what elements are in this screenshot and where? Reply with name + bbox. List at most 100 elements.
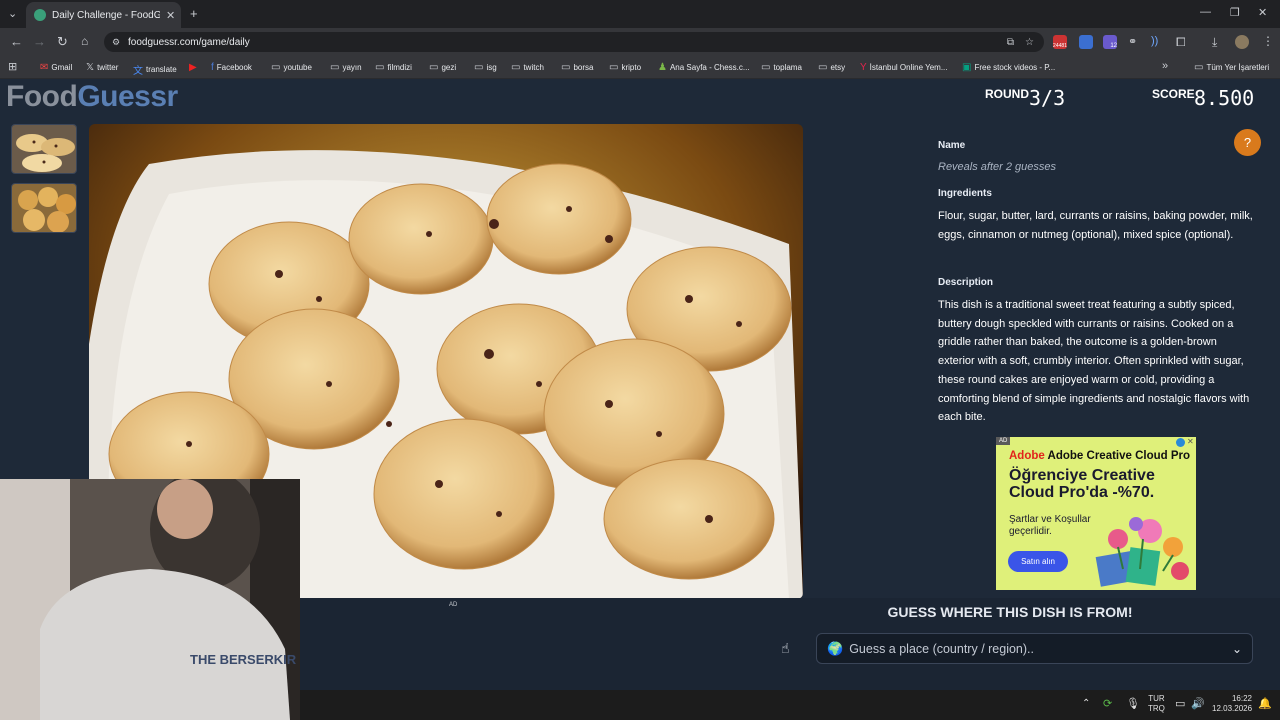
back-icon[interactable]: ← [10, 34, 23, 49]
round-value: 3/3 [1029, 86, 1066, 110]
forward-icon[interactable]: → [33, 34, 46, 49]
extension-badge-icon[interactable]: 24481 [1053, 35, 1067, 49]
folder-icon: ▭ [429, 62, 439, 73]
adobe-ad-banner[interactable]: Adobe Adobe Creative Cloud Pro Öğrenciye… [996, 437, 1196, 590]
score-value: 8.500 [1194, 86, 1255, 110]
translate-icon: 文 [133, 66, 143, 77]
profile-avatar[interactable] [1235, 35, 1249, 49]
bookmark-twitter[interactable]: 𝕏twitter [86, 62, 118, 73]
cursor-hand-icon: ☝ [781, 640, 790, 656]
folder-icon: ▭ [375, 62, 385, 73]
guess-place-dropdown[interactable]: 🌍 Guess a place (country / region).. ⌄ [816, 633, 1253, 664]
score-label: SCORE [1152, 87, 1195, 101]
tab-list-icon[interactable]: ⌄ [8, 7, 17, 20]
browser-tab[interactable]: Daily Challenge - FoodGuessr | ✕ [26, 2, 181, 28]
bookmark-folder-gezi[interactable]: ▭ gezi [429, 62, 456, 73]
webcam-overlay: THE BERSERKIR [0, 479, 300, 720]
download-icon[interactable]: ⤓ [1212, 35, 1217, 50]
ad-flowers-illustration [1095, 517, 1189, 587]
description-text: This dish is a traditional sweet treat f… [938, 299, 1250, 424]
ad-small-tag: AD [449, 602, 458, 608]
bookmark-folder-isg[interactable]: ▭ isg [474, 62, 497, 73]
youtube-icon: ▶ [189, 62, 197, 73]
thumbnail-cakes-image [12, 125, 76, 173]
name-heading: Name [938, 140, 966, 151]
x-icon: 𝕏 [86, 62, 95, 73]
extension-icon[interactable]: 12 [1103, 35, 1117, 49]
glasses-extension-icon[interactable]: ⚭ [1128, 35, 1137, 48]
translate-extension-icon[interactable] [1079, 35, 1093, 49]
help-icon[interactable]: ? [1234, 129, 1261, 156]
bookmark-translate[interactable]: 文 translate [133, 62, 177, 77]
audio-extension-icon[interactable]: )) [1151, 35, 1158, 47]
new-tab-icon[interactable]: + [190, 6, 198, 21]
extensions-puzzle-icon[interactable]: ⧠ [1176, 35, 1186, 50]
logo-food: Food [6, 80, 78, 113]
chevron-down-icon[interactable]: ⌄ [1232, 642, 1242, 656]
url-text: foodguessr.com/game/daily [128, 36, 250, 48]
ad-close-icon[interactable]: ✕ [1187, 437, 1194, 446]
folder-icon: ▭ [818, 62, 828, 73]
restore-icon[interactable]: ❐ [1230, 6, 1240, 19]
bookmark-facebook[interactable]: f Facebook [211, 62, 252, 73]
close-window-icon[interactable]: ✕ [1258, 6, 1267, 19]
bookmark-star-icon[interactable]: ☆ [1025, 37, 1034, 48]
dish-thumbnail-2[interactable] [11, 183, 77, 233]
close-tab-icon[interactable]: ✕ [166, 9, 175, 22]
microphone-tray-icon[interactable]: 🎙 [1126, 697, 1140, 710]
folder-icon: ▭ [271, 62, 281, 73]
bookmark-folder-yayin[interactable]: ▭ yayın [330, 62, 362, 73]
bookmark-folder-twitch[interactable]: ▭ twitch [511, 62, 544, 73]
all-bookmarks-folder[interactable]: ▭ Tüm Yer İşaretleri [1194, 62, 1269, 73]
menu-kebab-icon[interactable]: ⋮ [1262, 34, 1274, 48]
sync-tray-icon[interactable]: ⟳ [1103, 697, 1112, 710]
ad-badge: AD [996, 437, 1011, 445]
minimize-icon[interactable]: — [1200, 6, 1211, 18]
tray-chevron-icon[interactable]: ⌃ [1082, 698, 1090, 709]
language-indicator[interactable]: TUR TRQ [1148, 694, 1165, 714]
clock[interactable]: 16:22 12.03.2026 [1212, 694, 1252, 714]
favicon-icon [34, 9, 46, 21]
guess-title: GUESS WHERE THIS DISH IS FROM! [887, 604, 1133, 620]
bookmark-pexels[interactable]: ▣ Free stock videos - P... [962, 62, 1055, 73]
chess-pawn-icon: ♟ [658, 62, 667, 73]
dish-thumbnail-1[interactable] [11, 124, 77, 174]
folder-icon: ▭ [609, 62, 619, 73]
reload-icon[interactable]: ↻ [57, 34, 68, 50]
pexels-icon: ▣ [962, 62, 972, 73]
bookmark-youtube[interactable]: ▶ [189, 62, 197, 73]
bookmark-folder-etsy[interactable]: ▭ etsy [818, 62, 845, 73]
ad-buy-button[interactable]: Satın alın [1008, 551, 1068, 572]
install-icon[interactable]: ⧉ [1007, 37, 1014, 48]
round-label: ROUND [985, 87, 1029, 101]
more-bookmarks-icon[interactable]: » [1162, 60, 1168, 72]
bookmark-gmail[interactable]: ✉ Gmail [40, 62, 72, 73]
bookmark-yemeksepeti[interactable]: Y İstanbul Online Yem... [860, 62, 948, 73]
bookmark-folder-borsa[interactable]: ▭ borsa [561, 62, 593, 73]
tab-title: Daily Challenge - FoodGuessr | [52, 9, 160, 21]
address-bar[interactable]: ⚙ foodguessr.com/game/daily ⧉ ☆ [104, 32, 1044, 52]
home-icon[interactable]: ⌂ [81, 34, 88, 48]
folder-icon: ▭ [330, 62, 340, 73]
streamer-webcam-image: THE BERSERKIR [0, 479, 300, 720]
bookmark-folder-youtube[interactable]: ▭ youtube [271, 62, 312, 73]
apps-grid-icon[interactable]: ⊞ [8, 60, 17, 73]
shirt-text: THE BERSERKIR [190, 652, 297, 667]
bookmark-folder-toplama[interactable]: ▭ toplama [761, 62, 802, 73]
ad-info-icon[interactable] [1176, 438, 1185, 447]
globe-icon: 🌍 [827, 640, 844, 656]
folder-icon: ▭ [474, 62, 484, 73]
volume-icon[interactable]: 🔊 [1191, 697, 1205, 710]
ingredients-heading: Ingredients [938, 188, 992, 199]
bookmark-chess[interactable]: ♟ Ana Sayfa - Chess.c... [658, 62, 750, 73]
notification-bell-icon[interactable]: 🔔 [1258, 697, 1272, 710]
ad-brand: Adobe Adobe Creative Cloud Pro [1009, 450, 1191, 462]
description-heading: Description [938, 277, 994, 288]
thumbnail-cakes-image [12, 184, 76, 232]
foodguessr-logo[interactable]: FoodGuessr [6, 80, 178, 114]
bookmark-folder-filmdizi[interactable]: ▭ filmdizi [375, 62, 412, 73]
network-icon[interactable]: ▭ [1175, 697, 1185, 710]
gmail-icon: ✉ [40, 62, 49, 73]
bookmark-folder-kripto[interactable]: ▭ kripto [609, 62, 641, 73]
site-info-icon[interactable]: ⚙ [112, 37, 120, 48]
